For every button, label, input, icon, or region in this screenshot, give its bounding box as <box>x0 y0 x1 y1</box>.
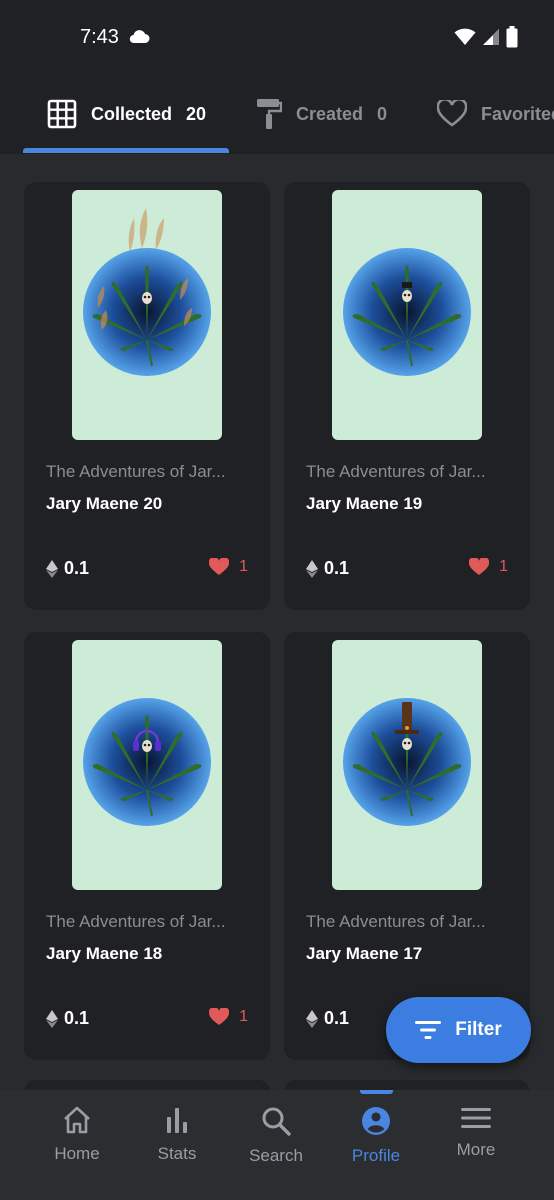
tab-favorited-label: Favorited <box>481 103 554 124</box>
signal-icon <box>483 29 499 45</box>
paint-roller-icon <box>257 99 282 129</box>
nft-card[interactable]: The Adventures of Jar... Jary Maene 20 0… <box>24 182 270 610</box>
collection-name: The Adventures of Jar... <box>46 462 226 481</box>
nft-card[interactable]: The Adventures of Jar... Jary Maene 19 0… <box>284 182 530 610</box>
ethereum-icon <box>306 1009 318 1028</box>
heart-icon <box>469 558 490 575</box>
menu-icon <box>461 1108 491 1128</box>
search-icon <box>262 1107 291 1136</box>
filter-icon <box>415 1021 442 1039</box>
cloud-icon <box>129 30 150 44</box>
price: 0.1 <box>306 558 349 579</box>
heart-outline-icon <box>437 100 467 127</box>
nft-image[interactable] <box>72 640 222 890</box>
nft-card[interactable] <box>24 1080 270 1090</box>
nft-name: Jary Maene 18 <box>46 944 163 963</box>
tab-created-label: Created <box>296 103 364 124</box>
nav-home-label: Home <box>54 1144 100 1163</box>
price: 0.1 <box>306 1008 349 1029</box>
nft-name: Jary Maene 19 <box>306 494 423 513</box>
nav-home[interactable]: Home <box>27 1106 127 1164</box>
price: 0.1 <box>46 558 89 579</box>
battery-icon <box>506 26 518 48</box>
nav-more[interactable]: More <box>426 1106 526 1160</box>
nav-stats[interactable]: Stats <box>127 1106 227 1164</box>
nft-image[interactable] <box>332 640 482 890</box>
nav-search[interactable]: Search <box>226 1106 326 1166</box>
nav-stats-label: Stats <box>157 1144 197 1163</box>
ethereum-icon <box>46 559 58 578</box>
stats-icon <box>167 1108 187 1133</box>
tab-favorited[interactable]: Favorited <box>437 94 554 134</box>
status-time: 7:43 <box>80 26 119 48</box>
profile-icon <box>362 1107 390 1135</box>
price-value: 0.1 <box>324 1008 350 1028</box>
tab-created-count: 0 <box>377 103 388 124</box>
nav-profile[interactable]: Profile <box>326 1106 426 1166</box>
price: 0.1 <box>46 1008 89 1029</box>
filter-button[interactable]: Filter <box>386 997 531 1063</box>
home-icon <box>64 1106 90 1134</box>
nav-search-label: Search <box>249 1146 303 1165</box>
nft-card[interactable]: The Adventures of Jar... Jary Maene 17 0… <box>284 632 530 1060</box>
tab-collected-count: 20 <box>186 103 207 124</box>
wifi-icon <box>454 28 476 45</box>
heart-icon <box>209 558 230 575</box>
tab-collected[interactable]: Collected 20 <box>47 94 206 134</box>
nft-card[interactable]: The Adventures of Jar... Jary Maene 18 0… <box>24 632 270 1060</box>
bottom-navigation: Home Stats Search Profile More <box>0 1090 554 1200</box>
like-button[interactable]: 1 <box>469 558 508 576</box>
collection-name: The Adventures of Jar... <box>306 462 486 481</box>
like-button[interactable]: 1 <box>209 558 248 576</box>
price-value: 0.1 <box>324 558 350 578</box>
collection-grid: The Adventures of Jar... Jary Maene 20 0… <box>0 154 554 1090</box>
tab-created[interactable]: Created 0 <box>256 94 387 134</box>
ethereum-icon <box>46 1009 58 1028</box>
nft-image[interactable] <box>72 190 222 440</box>
nav-active-indicator <box>360 1090 393 1094</box>
nft-card[interactable] <box>284 1080 530 1090</box>
price-value: 0.1 <box>64 558 90 578</box>
status-bar: 7:43 <box>0 0 554 78</box>
nav-more-label: More <box>456 1140 496 1159</box>
nft-name: Jary Maene 20 <box>46 494 163 513</box>
like-count: 1 <box>239 1008 248 1025</box>
tab-collected-label: Collected <box>91 103 173 124</box>
ethereum-icon <box>306 559 318 578</box>
nft-name: Jary Maene 17 <box>306 944 423 963</box>
system-icons <box>454 26 518 48</box>
profile-tabs: Collected 20 Created 0 Favorited <box>0 78 554 154</box>
like-button[interactable]: 1 <box>209 1008 248 1026</box>
collection-name: The Adventures of Jar... <box>306 912 486 931</box>
price-value: 0.1 <box>64 1008 90 1028</box>
nft-image[interactable] <box>332 190 482 440</box>
heart-icon <box>209 1008 230 1025</box>
active-tab-indicator <box>23 148 229 153</box>
collection-name: The Adventures of Jar... <box>46 912 226 931</box>
nav-profile-label: Profile <box>351 1146 401 1165</box>
like-count: 1 <box>499 558 508 575</box>
grid-icon <box>47 99 77 129</box>
filter-label: Filter <box>455 1019 502 1040</box>
like-count: 1 <box>239 558 248 575</box>
